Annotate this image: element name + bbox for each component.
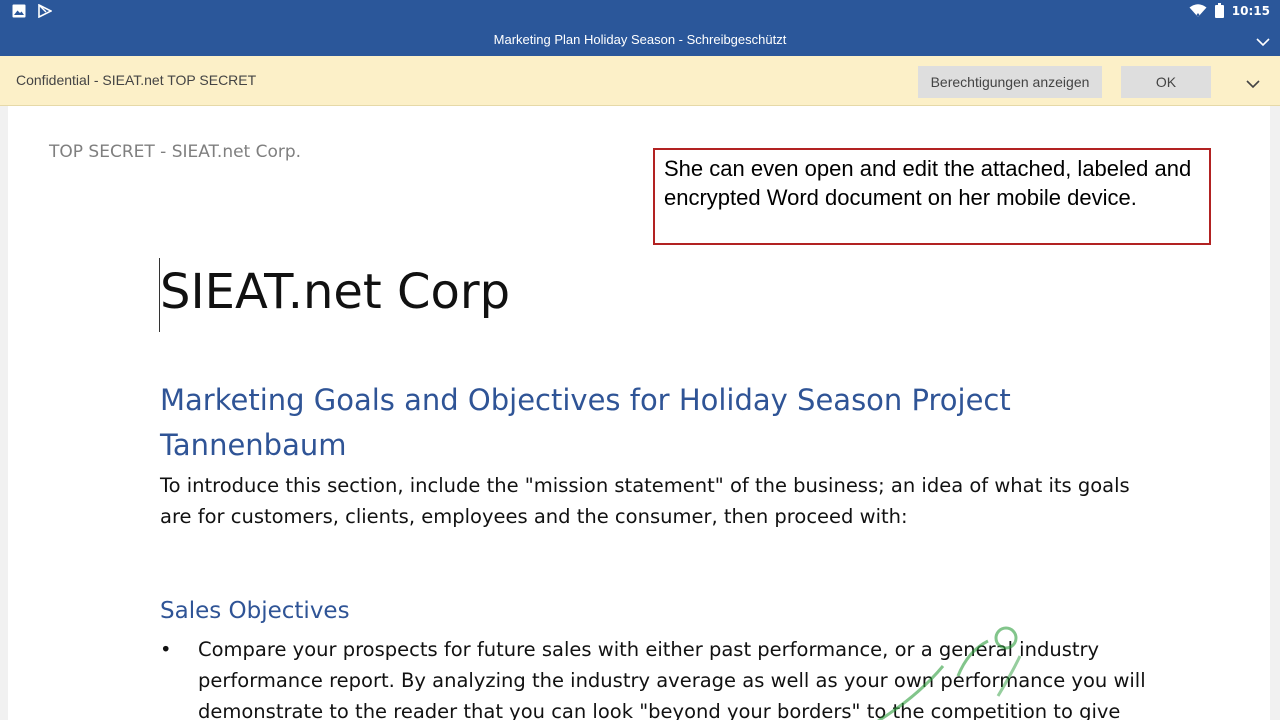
document-title: Marketing Plan Holiday Season - Schreibg… bbox=[493, 32, 787, 47]
view-permissions-button[interactable]: Berechtigungen anzeigen bbox=[918, 66, 1102, 98]
sensitivity-info-bar: Confidential - SIEAT.net TOP SECRET Bere… bbox=[0, 56, 1280, 106]
annotation-callout: She can even open and edit the attached,… bbox=[653, 148, 1211, 245]
intro-paragraph[interactable]: To introduce this section, include the "… bbox=[160, 470, 1140, 532]
section-heading[interactable]: Marketing Goals and Objectives for Holid… bbox=[160, 378, 1060, 468]
image-icon bbox=[12, 4, 26, 18]
bullet-marker: • bbox=[160, 638, 172, 661]
status-bar-left bbox=[12, 4, 52, 18]
chevron-down-icon[interactable] bbox=[1256, 32, 1270, 51]
document-page[interactable]: TOP SECRET - SIEAT.net Corp. She can eve… bbox=[8, 106, 1270, 720]
document-main-title[interactable]: SIEAT.net Corp bbox=[160, 264, 510, 320]
play-store-icon bbox=[38, 4, 52, 18]
wifi-icon bbox=[1189, 3, 1207, 18]
sales-objectives-heading[interactable]: Sales Objectives bbox=[160, 598, 350, 624]
status-bar-right: 10:15 bbox=[1189, 3, 1270, 18]
document-canvas[interactable]: TOP SECRET - SIEAT.net Corp. She can eve… bbox=[0, 106, 1280, 720]
bullet-list: • Compare your prospects for future sale… bbox=[160, 634, 1160, 720]
chevron-down-icon[interactable] bbox=[1246, 74, 1260, 93]
clock: 10:15 bbox=[1231, 3, 1270, 18]
app-bar: 10:15 Marketing Plan Holiday Season - Sc… bbox=[0, 0, 1280, 56]
sensitivity-label: Confidential - SIEAT.net TOP SECRET bbox=[16, 72, 257, 88]
list-item[interactable]: • Compare your prospects for future sale… bbox=[160, 634, 1160, 720]
document-header: TOP SECRET - SIEAT.net Corp. bbox=[49, 142, 302, 162]
ok-button[interactable]: OK bbox=[1121, 66, 1211, 98]
battery-icon bbox=[1214, 3, 1224, 18]
list-item-text: Compare your prospects for future sales … bbox=[198, 638, 1146, 720]
